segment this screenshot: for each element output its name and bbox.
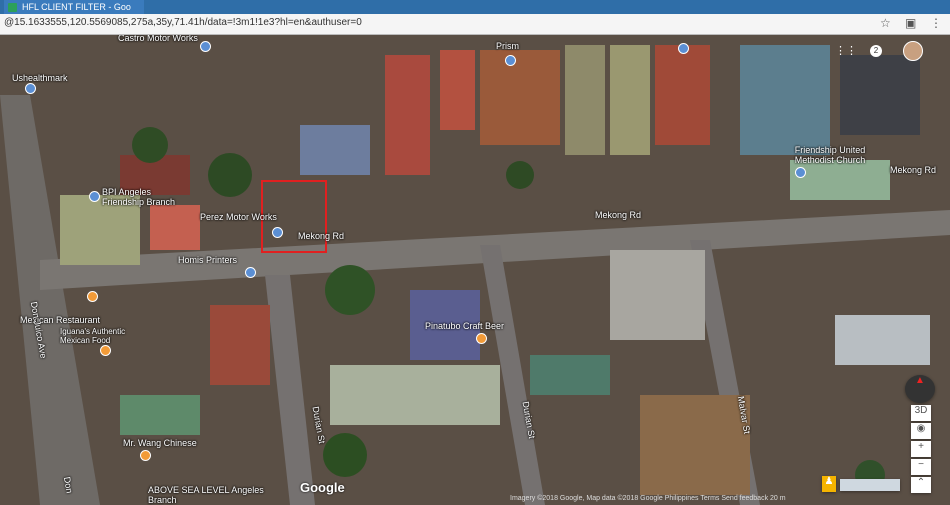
place-pin-icon[interactable] xyxy=(200,41,211,52)
address-bar[interactable]: @15.1633555,120.5569085,275a,35y,71.41h/… xyxy=(0,14,950,35)
zoom-in-button[interactable]: + xyxy=(911,441,931,457)
expand-button[interactable]: ⌃ xyxy=(911,477,931,493)
place-pin-icon[interactable] xyxy=(678,43,689,54)
place-label-pinatubo-craft-beer[interactable]: Pinatubo Craft Beer xyxy=(425,321,504,331)
menu-icon[interactable]: ⋮ xyxy=(930,16,942,30)
street-label-mekong-rd: Mekong Rd xyxy=(298,231,345,241)
place-pin-icon[interactable] xyxy=(245,267,256,278)
zoom-out-button[interactable]: − xyxy=(911,459,931,475)
place-pin-icon[interactable] xyxy=(25,83,36,94)
place-label-perez-motor-works[interactable]: Perez Motor Works xyxy=(200,212,277,222)
compass-icon[interactable]: ▲ xyxy=(905,375,935,403)
place-pin-orange-icon[interactable] xyxy=(140,450,151,461)
pegman-icon[interactable]: ♟ xyxy=(822,476,836,492)
place-pin-orange-icon[interactable] xyxy=(87,291,98,302)
place-pin-icon[interactable] xyxy=(89,191,100,202)
place-label-castro-motor-works[interactable]: Castro Motor Works xyxy=(118,35,198,43)
place-label-prism[interactable]: Prism xyxy=(496,41,519,51)
place-pin-orange-icon[interactable] xyxy=(476,333,487,344)
street-label-mekong-rd: Mekong Rd xyxy=(890,165,937,175)
extension-icon[interactable]: ▣ xyxy=(905,16,916,30)
apps-grid-icon[interactable]: ⋮⋮ xyxy=(835,45,857,57)
place-pin-orange-icon[interactable] xyxy=(100,345,111,356)
satellite-imagery xyxy=(0,35,950,505)
browser-tab[interactable]: HFL CLIENT FILTER - Goo xyxy=(4,0,144,14)
tilt-icon[interactable]: ◉ xyxy=(911,423,931,439)
place-label-iguanas[interactable]: Iguana's Authentic Mexican Food xyxy=(60,327,128,345)
url-text[interactable]: @15.1633555,120.5569085,275a,35y,71.41h/… xyxy=(4,17,362,28)
street-label-mekong-rd: Mekong Rd xyxy=(595,210,642,220)
place-label-ushealthmark[interactable]: Ushealthmark xyxy=(12,73,68,83)
sheets-favicon-icon xyxy=(8,3,17,12)
place-pin-icon[interactable] xyxy=(272,227,283,238)
star-icon[interactable]: ☆ xyxy=(880,16,891,30)
place-pin-icon[interactable] xyxy=(795,167,806,178)
tab-title: HFL CLIENT FILTER - Goo xyxy=(22,2,131,12)
place-label-homis-printers[interactable]: Homis Printers xyxy=(178,255,237,265)
place-label-bpi-angeles[interactable]: BPI Angeles Friendship Branch xyxy=(102,187,182,207)
notification-badge[interactable]: 2 xyxy=(870,45,882,57)
browser-tabstrip: HFL CLIENT FILTER - Goo xyxy=(0,0,950,14)
google-logo: Google xyxy=(300,480,345,495)
satellite-map[interactable]: Castro Motor Works Ushealthmark Prism Fr… xyxy=(0,35,950,505)
map-footer[interactable]: Imagery ©2018 Google, Map data ©2018 Goo… xyxy=(510,495,786,502)
3d-toggle-button[interactable]: 3D xyxy=(911,405,931,421)
avatar[interactable] xyxy=(903,41,923,61)
place-pin-icon[interactable] xyxy=(505,55,516,66)
place-label-above-sea-level[interactable]: ABOVE SEA LEVEL Angeles Branch xyxy=(148,485,288,505)
place-label-mr-wang-chinese[interactable]: Mr. Wang Chinese xyxy=(123,438,197,448)
imagery-thumbnails[interactable] xyxy=(840,479,900,491)
place-label-friendship-united-methodist[interactable]: Friendship United Methodist Church xyxy=(780,145,880,165)
